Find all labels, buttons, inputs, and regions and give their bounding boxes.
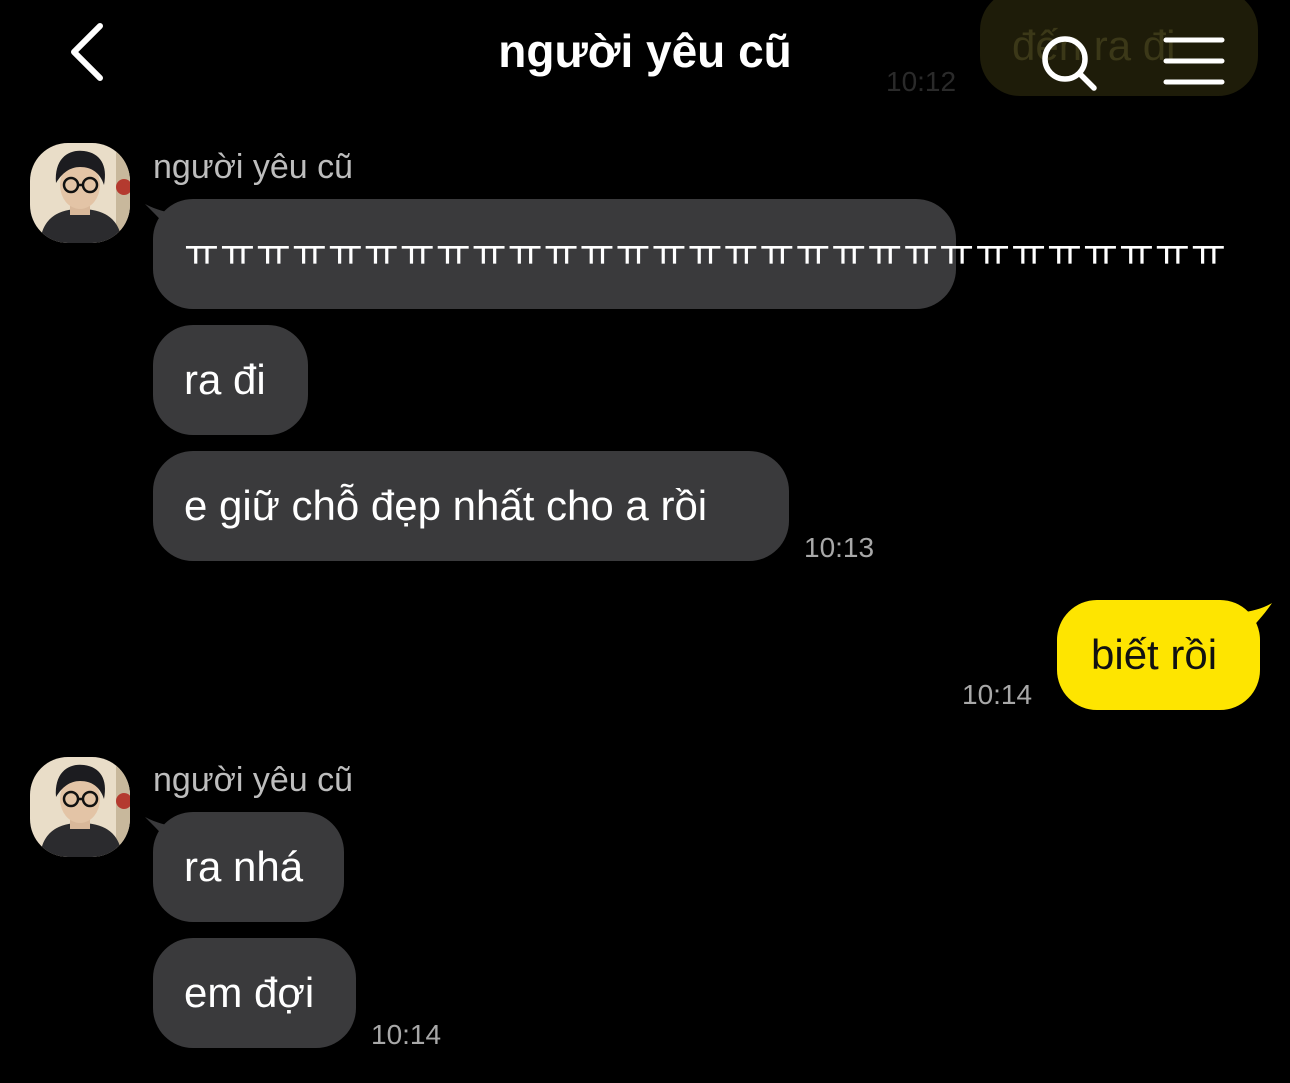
profile-photo-icon (30, 757, 130, 857)
menu-button[interactable] (1160, 34, 1228, 90)
message-bubble[interactable]: ra đi (153, 325, 308, 435)
profile-photo-icon (30, 143, 130, 243)
message-bubble[interactable]: em đợi (153, 938, 356, 1048)
message-bubble[interactable]: ㅠㅠㅠㅠㅠㅠㅠㅠㅠㅠㅠㅠㅠㅠㅠㅠㅠㅠㅠㅠㅠㅠㅠㅠㅠㅠㅠㅠㅠ (153, 199, 1226, 309)
avatar[interactable] (30, 143, 130, 243)
search-icon (1042, 36, 1097, 91)
menu-icon (1163, 37, 1225, 85)
sender-name: người yêu cũ (153, 761, 354, 799)
sender-name: người yêu cũ (153, 148, 354, 186)
search-button[interactable] (1036, 30, 1104, 98)
chat-screen: đến ra đi 10:12 người yêu cũ người yêu c… (0, 0, 1290, 1083)
bubble-tail (1240, 603, 1272, 635)
message-timestamp: 10:13 (804, 532, 875, 563)
avatar[interactable] (30, 757, 130, 857)
message-bubble[interactable]: ra nhá (153, 812, 344, 922)
message-bubble[interactable]: e giữ chỗ đẹp nhất cho a rồi (153, 451, 789, 561)
message-bubble[interactable]: biết rồi (1057, 600, 1260, 710)
message-timestamp: 10:14 (962, 679, 1033, 710)
message-timestamp: 10:14 (371, 1019, 442, 1050)
